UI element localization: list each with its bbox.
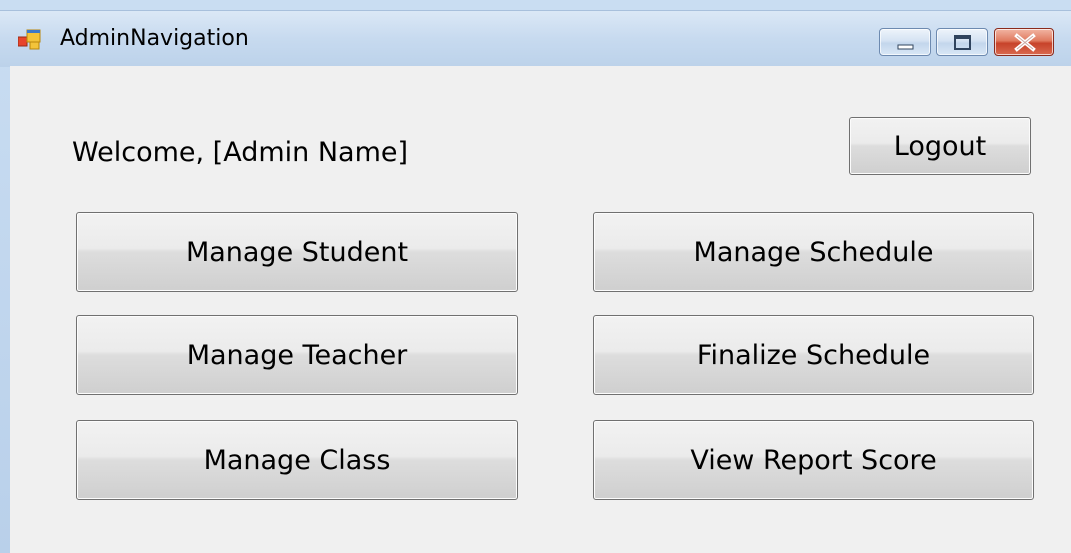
manage-class-button[interactable]: Manage Class	[76, 420, 518, 500]
window-frame: AdminNavigation Welcome, [Admin Name] Lo…	[0, 0, 1071, 553]
manage-teacher-button[interactable]: Manage Teacher	[76, 315, 518, 395]
welcome-label: Welcome, [Admin Name]	[72, 137, 409, 168]
minimize-icon	[897, 44, 914, 50]
manage-schedule-button[interactable]: Manage Schedule	[593, 212, 1034, 292]
logout-button[interactable]: Logout	[849, 117, 1031, 175]
title-bar[interactable]: AdminNavigation	[0, 10, 1071, 67]
window-title: AdminNavigation	[60, 26, 249, 51]
maximize-button[interactable]	[936, 28, 988, 56]
app-icon	[17, 29, 42, 51]
manage-student-button[interactable]: Manage Student	[76, 212, 518, 292]
maximize-icon	[954, 35, 971, 50]
finalize-schedule-button[interactable]: Finalize Schedule	[593, 315, 1034, 395]
view-report-score-button[interactable]: View Report Score	[593, 420, 1034, 500]
minimize-button[interactable]	[879, 28, 931, 56]
close-button[interactable]	[994, 28, 1054, 56]
close-icon	[1014, 33, 1036, 52]
